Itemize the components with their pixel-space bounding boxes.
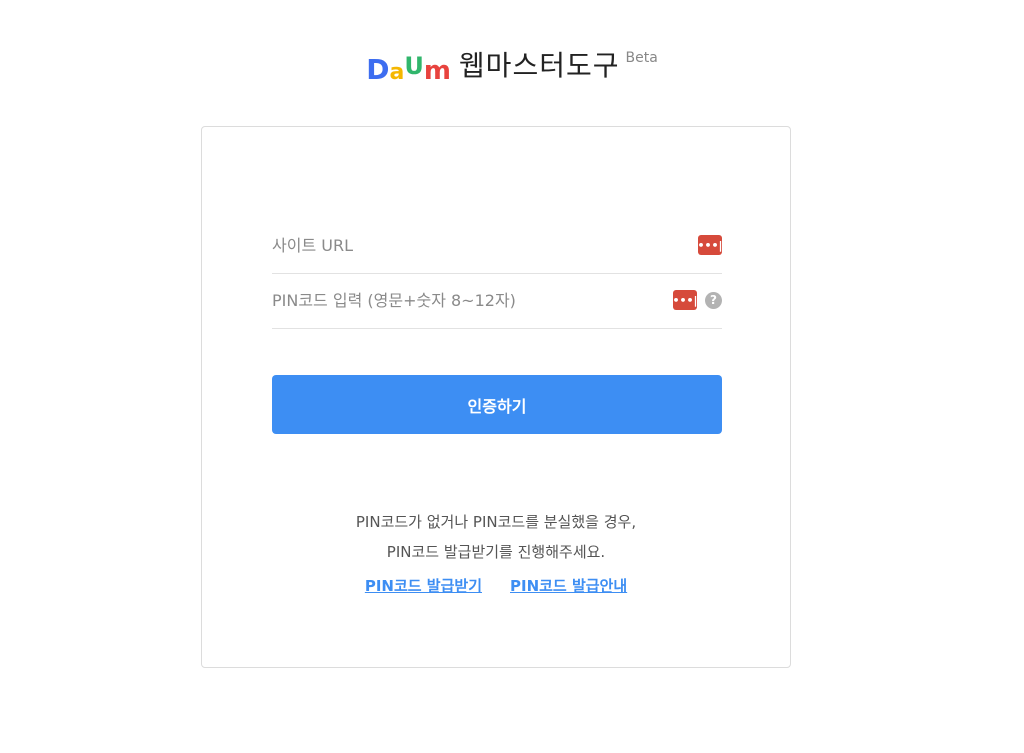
service-title: 웹마스터도구: [458, 49, 620, 82]
pin-issue-link[interactable]: PIN코드 발급받기: [365, 575, 482, 596]
pin-guide-link[interactable]: PIN코드 발급안내: [510, 575, 627, 596]
password-manager-icon-glyph: •••|: [672, 293, 698, 307]
logo-letter-a: a: [389, 60, 405, 85]
page-header: D a U m 웹마스터도구 Beta: [0, 48, 1024, 84]
logo-letter-u: U: [404, 52, 424, 80]
logo-letter-d: D: [366, 53, 390, 86]
notice-line-1: PIN코드가 없거나 PIN코드를 분실했을 경우,: [355, 513, 637, 531]
auth-card: •••| •••| ? 인증하기 PIN코드가 없거나 PIN코드를 분실했을 …: [201, 126, 791, 668]
pin-code-field: •••| ?: [272, 272, 722, 329]
daum-logo[interactable]: D a U m: [366, 48, 451, 84]
beta-badge: Beta: [625, 50, 658, 66]
pin-links: PIN코드 발급받기 PIN코드 발급안내: [202, 575, 790, 596]
password-manager-icon-glyph: •••|: [697, 238, 723, 252]
help-icon[interactable]: ?: [705, 291, 722, 309]
pin-code-input[interactable]: [272, 280, 667, 320]
password-manager-icon[interactable]: •••|: [697, 235, 723, 255]
notice-line-2: PIN코드 발급받기를 진행해주세요.: [386, 543, 606, 561]
site-url-input[interactable]: [272, 225, 692, 265]
site-url-field: •••|: [272, 217, 723, 274]
logo-letter-m: m: [423, 56, 451, 86]
pin-notice: PIN코드가 없거나 PIN코드를 분실했을 경우, PIN코드 발급받기를 진…: [202, 507, 790, 567]
verify-button[interactable]: 인증하기: [272, 375, 722, 434]
password-manager-icon[interactable]: •••|: [672, 290, 698, 310]
